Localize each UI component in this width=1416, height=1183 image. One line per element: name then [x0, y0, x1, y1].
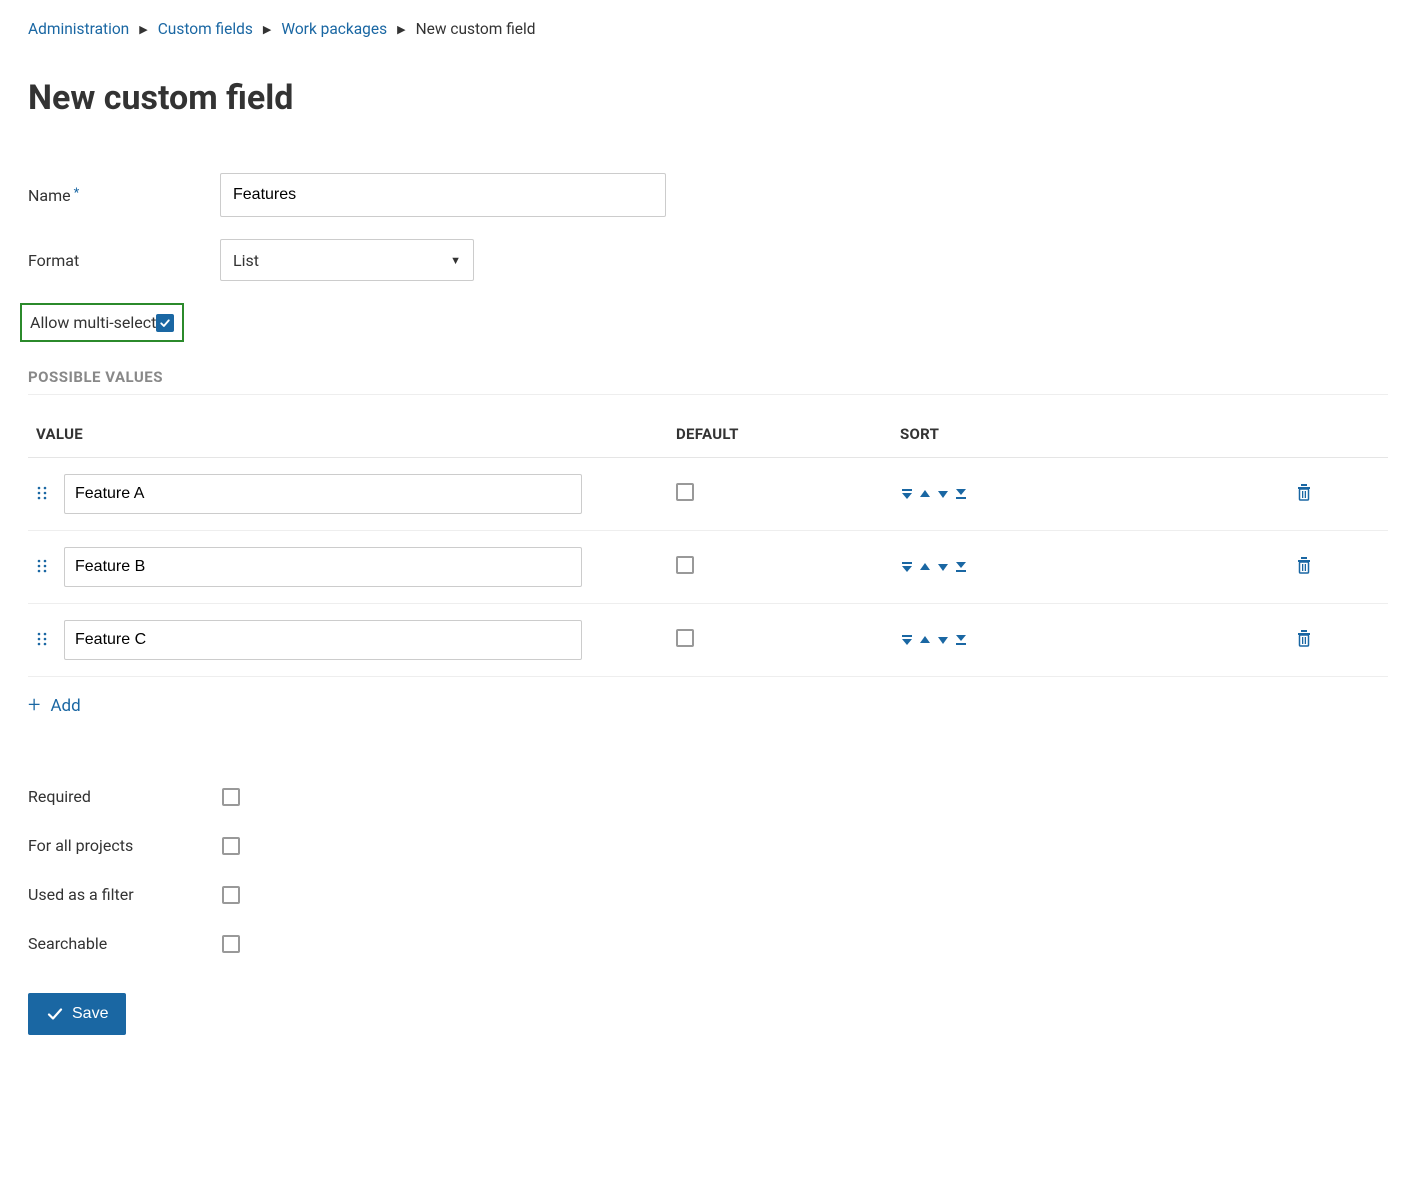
move-bottom-icon[interactable] [954, 487, 968, 501]
searchable-checkbox[interactable] [222, 935, 240, 953]
page-title: New custom field [28, 78, 1388, 118]
value-row [28, 531, 1388, 604]
used-as-filter-label: Used as a filter [28, 885, 222, 904]
column-header-default: DEFAULT [676, 425, 900, 443]
delete-icon[interactable] [1296, 556, 1312, 574]
move-bottom-icon[interactable] [954, 633, 968, 647]
for-all-projects-row: For all projects [28, 836, 1388, 855]
used-as-filter-row: Used as a filter [28, 885, 1388, 904]
save-button[interactable]: Save [28, 993, 126, 1035]
move-down-icon[interactable] [936, 560, 950, 574]
options-section: Required For all projects Used as a filt… [28, 787, 1388, 1035]
allow-multi-select-highlight: Allow multi-select [20, 303, 184, 342]
drag-handle-icon[interactable] [36, 631, 60, 650]
move-up-icon[interactable] [918, 633, 932, 647]
breadcrumb-current: New custom field [416, 20, 536, 38]
searchable-label: Searchable [28, 934, 222, 953]
delete-icon[interactable] [1296, 629, 1312, 647]
chevron-right-icon: ▶ [397, 23, 405, 36]
value-row [28, 458, 1388, 531]
drag-handle-icon[interactable] [36, 558, 60, 577]
value-input[interactable] [64, 547, 582, 587]
breadcrumb-work-packages[interactable]: Work packages [281, 20, 387, 38]
for-all-projects-checkbox[interactable] [222, 837, 240, 855]
move-top-icon[interactable] [900, 633, 914, 647]
breadcrumb-administration[interactable]: Administration [28, 20, 129, 38]
delete-icon[interactable] [1296, 483, 1312, 501]
value-row [28, 604, 1388, 677]
move-down-icon[interactable] [936, 487, 950, 501]
format-label: Format [28, 251, 220, 270]
column-header-value: VALUE [36, 425, 676, 443]
chevron-down-icon: ▼ [450, 254, 461, 267]
default-checkbox[interactable] [676, 556, 694, 574]
move-up-icon[interactable] [918, 487, 932, 501]
table-header-row: VALUE DEFAULT SORT [28, 425, 1388, 458]
value-input[interactable] [64, 474, 582, 514]
save-label: Save [72, 1005, 108, 1023]
required-star-icon: * [74, 186, 80, 201]
required-row: Required [28, 787, 1388, 806]
move-down-icon[interactable] [936, 633, 950, 647]
allow-multi-select-checkbox[interactable] [156, 314, 174, 332]
default-checkbox[interactable] [676, 629, 694, 647]
format-select[interactable]: List ▼ [220, 239, 474, 281]
chevron-right-icon: ▶ [139, 23, 147, 36]
breadcrumb: Administration ▶ Custom fields ▶ Work pa… [28, 20, 1388, 38]
move-top-icon[interactable] [900, 487, 914, 501]
format-value: List [233, 251, 259, 270]
move-top-icon[interactable] [900, 560, 914, 574]
allow-multi-select-label: Allow multi-select [22, 313, 156, 332]
default-checkbox[interactable] [676, 483, 694, 501]
chevron-right-icon: ▶ [263, 23, 271, 36]
move-bottom-icon[interactable] [954, 560, 968, 574]
add-value-label: Add [50, 696, 80, 716]
searchable-row: Searchable [28, 934, 1388, 953]
move-up-icon[interactable] [918, 560, 932, 574]
column-header-sort: SORT [900, 425, 1092, 443]
add-value-button[interactable]: + Add [28, 695, 81, 717]
possible-values-header: POSSIBLE VALUES [28, 368, 1388, 395]
value-input[interactable] [64, 620, 582, 660]
plus-icon: + [28, 695, 40, 717]
required-label: Required [28, 787, 222, 806]
required-checkbox[interactable] [222, 788, 240, 806]
used-as-filter-checkbox[interactable] [222, 886, 240, 904]
possible-values-table: VALUE DEFAULT SORT [28, 425, 1388, 717]
check-icon [46, 1005, 64, 1023]
format-row: Format List ▼ [28, 239, 1388, 281]
drag-handle-icon[interactable] [36, 485, 60, 504]
breadcrumb-custom-fields[interactable]: Custom fields [158, 20, 253, 38]
name-row: Name* [28, 173, 1388, 217]
for-all-projects-label: For all projects [28, 836, 222, 855]
name-label: Name* [28, 186, 220, 205]
name-input[interactable] [220, 173, 666, 217]
